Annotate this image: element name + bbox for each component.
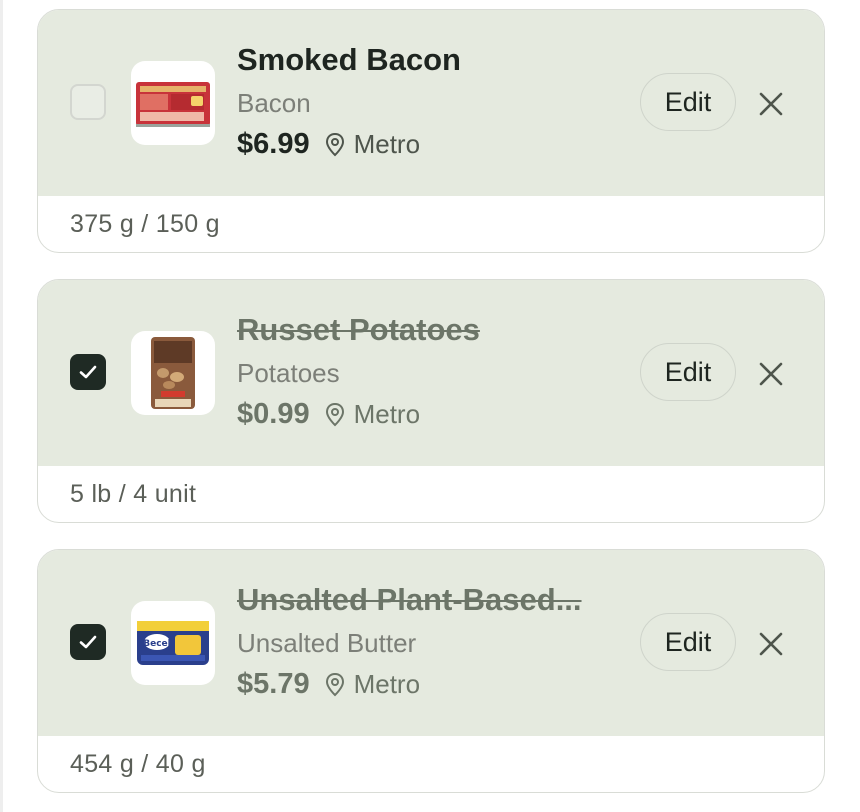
item-main: Smoked Bacon Bacon $6.99 Metro Edit: [38, 10, 824, 196]
remove-item-close-icon[interactable]: [756, 629, 786, 659]
item-store: Metro: [353, 399, 421, 429]
item-checkbox[interactable]: [70, 624, 106, 660]
checkmark-icon: [79, 635, 97, 649]
remove-item-close-icon[interactable]: [756, 89, 786, 119]
price-row: $5.79 Metro: [237, 668, 420, 701]
left-edge: [0, 0, 3, 812]
item-price: $0.99: [237, 398, 310, 430]
brand-logo: Becel: [143, 639, 171, 649]
item-name: Smoked Bacon: [237, 42, 461, 77]
edit-button[interactable]: Edit: [640, 343, 736, 401]
item-quantity: 454 g / 40 g: [70, 749, 206, 778]
item-quantity: 375 g / 150 g: [70, 209, 220, 238]
list-item: Smoked Bacon Bacon $6.99 Metro Edit 375 …: [37, 9, 825, 253]
becel-tub-image: Becel: [131, 601, 215, 685]
item-store: Metro: [353, 129, 421, 159]
item-name: Russet Potatoes: [237, 312, 480, 347]
item-main: Russet Potatoes Potatoes $0.99 Metro Edi…: [38, 280, 824, 466]
item-checkbox[interactable]: [70, 84, 106, 120]
item-main: Becel Unsalted Plant-Based... Unsalted B…: [38, 550, 824, 736]
remove-item-close-icon[interactable]: [756, 359, 786, 389]
checkmark-icon: [79, 365, 97, 379]
item-quantity: 5 lb / 4 unit: [70, 479, 197, 508]
location-pin-icon: [324, 672, 346, 698]
item-store: Metro: [353, 669, 421, 699]
item-category: Potatoes: [237, 358, 340, 388]
item-price: $6.99: [237, 128, 310, 160]
item-category: Unsalted Butter: [237, 628, 417, 658]
potato-bag-image: [131, 331, 215, 415]
bacon-package-image: [131, 61, 215, 145]
item-price: $5.79: [237, 668, 310, 700]
item-name: Unsalted Plant-Based...: [237, 582, 582, 617]
price-row: $0.99 Metro: [237, 398, 420, 431]
list-item: Becel Unsalted Plant-Based... Unsalted B…: [37, 549, 825, 793]
location-pin-icon: [324, 402, 346, 428]
list-item: Russet Potatoes Potatoes $0.99 Metro Edi…: [37, 279, 825, 523]
item-category: Bacon: [237, 88, 311, 118]
location-pin-icon: [324, 132, 346, 158]
edit-button[interactable]: Edit: [640, 613, 736, 671]
edit-button[interactable]: Edit: [640, 73, 736, 131]
item-checkbox[interactable]: [70, 354, 106, 390]
price-row: $6.99 Metro: [237, 128, 420, 161]
